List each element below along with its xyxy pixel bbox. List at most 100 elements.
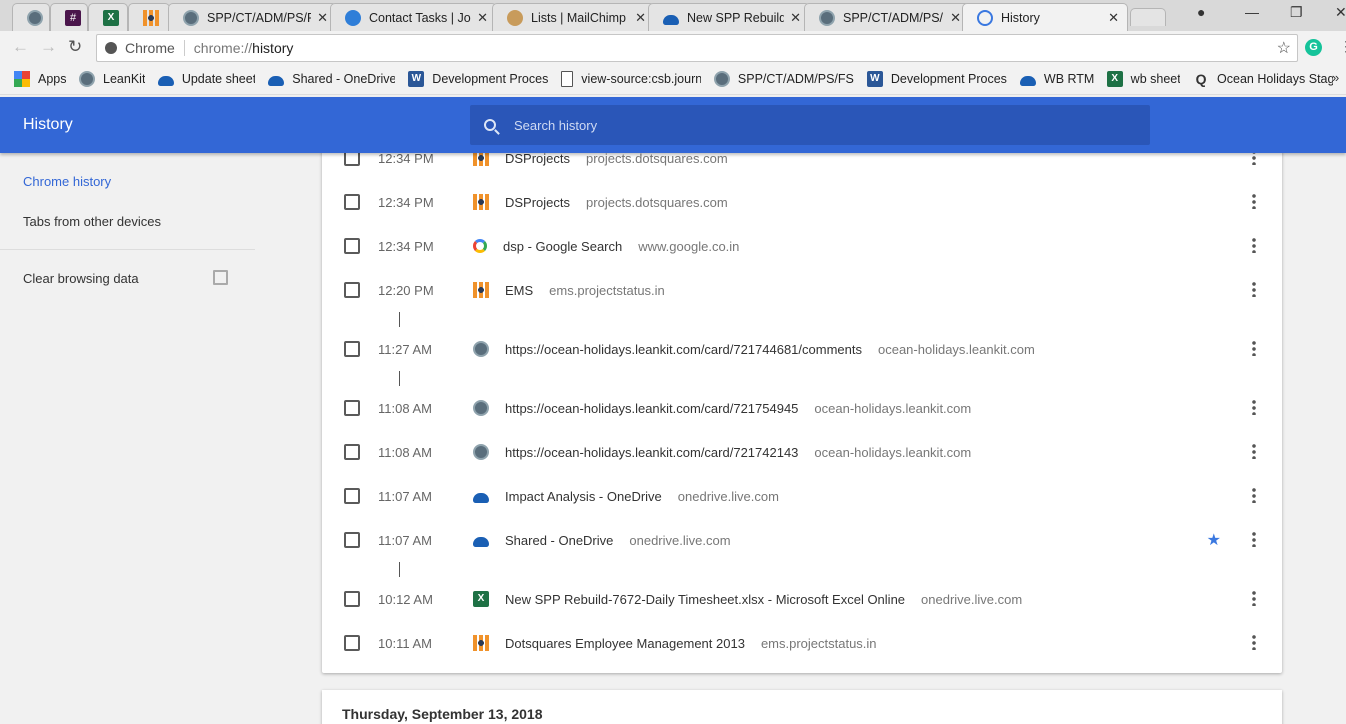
tab[interactable] <box>12 3 50 31</box>
history-entry[interactable]: 11:07 AM Impact Analysis - OneDrive onedri… <box>322 474 1282 518</box>
tab[interactable]: New SPP Rebuild-7672 ✕ <box>648 3 810 31</box>
close-window-button[interactable]: ✕ <box>1335 4 1346 21</box>
tab[interactable]: SPP/CT/ADM/PS/FS ✕ <box>168 3 337 31</box>
reload-button[interactable]: ↻ <box>68 37 82 57</box>
tab[interactable]: # <box>50 3 88 31</box>
more-actions-icon[interactable] <box>1252 634 1256 650</box>
more-actions-icon[interactable] <box>1252 153 1256 165</box>
menu-icon[interactable]: ⋮ <box>1339 38 1346 55</box>
forward-button[interactable]: → <box>40 37 57 57</box>
more-actions-icon[interactable] <box>1252 443 1256 459</box>
bookmark-item[interactable]: WB RTM <box>1019 72 1094 86</box>
bookmarks-bar: Apps LeanKit Update sheet Shared - OneDrive… <box>0 64 1346 95</box>
bookmark-item[interactable]: LeanKit <box>79 71 145 87</box>
tab-close-icon[interactable]: ✕ <box>790 10 801 26</box>
entry-time: 12:34 PM <box>378 194 434 210</box>
bookmark-item[interactable]: Q Ocean Holidays Staging <box>1193 71 1333 87</box>
history-entry[interactable]: 11:08 AM https://ocean-holidays.leankit.c… <box>322 386 1282 430</box>
more-actions-icon[interactable] <box>1252 531 1256 547</box>
search-input[interactable]: Search history <box>470 105 1150 145</box>
entry-checkbox[interactable] <box>344 488 360 504</box>
history-entry[interactable]: 12:34 PM DSProjects projects.dotsquares.co… <box>322 153 1282 180</box>
entry-domain: onedrive.live.com <box>629 532 731 548</box>
bookmark-item[interactable]: SPP/CT/ADM/PS/FS/C <box>713 71 854 87</box>
tab-strip: #XSPP/CT/ADM/PS/FS✕Contact Tasks | Journ… <box>0 0 1346 31</box>
new-tab-button[interactable] <box>1130 8 1166 26</box>
entry-checkbox[interactable] <box>344 282 360 298</box>
tab-close-icon[interactable]: ✕ <box>950 10 961 26</box>
entry-title-link[interactable]: Shared - OneDrive <box>505 533 613 548</box>
tab[interactable]: Contact Tasks | Journ ✕ <box>330 3 497 31</box>
entry-title-link[interactable]: DSProjects <box>505 195 570 210</box>
entry-title-link[interactable]: Impact Analysis - OneDrive <box>505 489 662 504</box>
bookmark-label: Shared - OneDrive <box>292 72 396 86</box>
entry-title-link[interactable]: EMS <box>505 283 533 298</box>
tab[interactable] <box>128 3 170 31</box>
minimize-button[interactable]: — <box>1245 4 1259 20</box>
tab[interactable]: Lists | MailChimp ✕ <box>492 3 655 31</box>
history-entry[interactable]: 12:20 PM EMS ems.projectstatus.in <box>322 268 1282 312</box>
search-icon <box>484 119 496 131</box>
tab-close-icon[interactable]: ✕ <box>1108 10 1119 26</box>
history-entry[interactable]: 12:34 PM DSProjects projects.dotsquares.co… <box>322 180 1282 224</box>
entry-checkbox[interactable] <box>344 153 360 166</box>
more-actions-icon[interactable] <box>1252 487 1256 503</box>
more-actions-icon[interactable] <box>1252 281 1256 297</box>
more-actions-icon[interactable] <box>1252 590 1256 606</box>
tab-close-icon[interactable]: ✕ <box>635 10 646 26</box>
favicon-lk-icon <box>79 71 96 87</box>
favicon-od-icon <box>473 537 489 547</box>
entry-title-link[interactable]: https://ocean-holidays.leankit.com/card/… <box>505 401 798 416</box>
bookmark-item[interactable]: view-source:csb.journ <box>561 71 701 87</box>
entry-checkbox[interactable] <box>344 194 360 210</box>
bookmarks-overflow-icon[interactable]: » <box>1332 70 1339 85</box>
entry-time: 11:08 AM <box>378 444 432 460</box>
tab[interactable]: X <box>88 3 128 31</box>
favicon-ds-icon <box>473 153 489 166</box>
address-bar[interactable]: Chrome chrome://history ☆ <box>96 34 1298 62</box>
restore-button[interactable]: ❐ <box>1290 4 1303 21</box>
bookmark-item[interactable]: W Development Process <box>408 71 548 87</box>
history-entry[interactable]: 12:34 PM dsp - Google Search www.google.co… <box>322 224 1282 268</box>
profile-icon[interactable]: ● <box>1197 4 1205 20</box>
history-entry[interactable]: 11:27 AM https://ocean-holidays.leankit.c… <box>322 327 1282 371</box>
entry-checkbox[interactable] <box>344 532 360 548</box>
bookmark-item[interactable]: W Development Process <box>866 71 1007 87</box>
tab-close-icon[interactable]: ✕ <box>477 10 488 26</box>
more-actions-icon[interactable] <box>1252 340 1256 356</box>
history-entry[interactable]: 10:12 AM X New SPP Rebuild-7672-Daily Time… <box>322 577 1282 621</box>
history-entry[interactable]: 11:08 AM https://ocean-holidays.leankit.c… <box>322 430 1282 474</box>
entry-title-link[interactable]: https://ocean-holidays.leankit.com/card/… <box>505 445 798 460</box>
entry-title-link[interactable]: Dotsquares Employee Management 2013 <box>505 636 745 651</box>
entry-title-link[interactable]: dsp - Google Search <box>503 239 622 254</box>
bookmark-label: view-source:csb.journ <box>581 72 701 86</box>
entry-checkbox[interactable] <box>344 341 360 357</box>
grammarly-icon[interactable]: G <box>1305 39 1322 56</box>
bookmark-star-icon[interactable]: ☆ <box>1277 38 1291 58</box>
entry-checkbox[interactable] <box>344 238 360 254</box>
tab-close-icon[interactable]: ✕ <box>317 10 328 26</box>
bookmark-item[interactable]: Update sheet <box>157 72 255 86</box>
entry-checkbox[interactable] <box>344 635 360 651</box>
tab[interactable]: SPP/CT/ADM/PS/FS ✕ <box>804 3 970 31</box>
tab[interactable]: History ✕ <box>962 3 1128 31</box>
entry-title-link[interactable]: New SPP Rebuild-7672-Daily Timesheet.xls… <box>505 592 905 607</box>
more-actions-icon[interactable] <box>1252 399 1256 415</box>
bookmark-item[interactable]: Shared - OneDrive <box>268 72 395 86</box>
history-entry[interactable]: 10:11 AM Dotsquares Employee Management 2… <box>322 621 1282 665</box>
back-button[interactable]: ← <box>12 37 29 57</box>
favicon-xl-icon: X <box>103 9 119 26</box>
entry-title-link[interactable]: DSProjects <box>505 153 570 166</box>
bookmark-item[interactable]: Apps <box>14 71 66 87</box>
entry-checkbox[interactable] <box>344 591 360 607</box>
entry-time: 11:27 AM <box>378 341 432 357</box>
more-actions-icon[interactable] <box>1252 237 1256 253</box>
entry-title-link[interactable]: https://ocean-holidays.leankit.com/card/… <box>505 342 862 357</box>
entry-checkbox[interactable] <box>344 444 360 460</box>
favicon-mc-icon <box>507 9 523 26</box>
more-actions-icon[interactable] <box>1252 193 1256 209</box>
history-entry[interactable]: 11:07 AM Shared - OneDrive onedrive.live.c… <box>322 518 1282 562</box>
entry-checkbox[interactable] <box>344 400 360 416</box>
bookmark-item[interactable]: Xwb sheet <box>1106 71 1181 87</box>
bookmark-label: wb sheet <box>1130 72 1181 86</box>
